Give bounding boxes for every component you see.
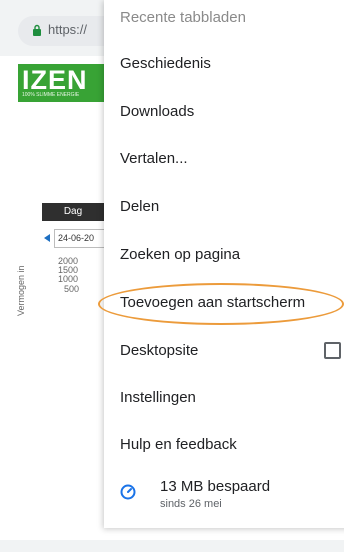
izen-logo[interactable]: IZEN 100% SLIMME ENERGIE [18,64,110,102]
menu-item-share[interactable]: Delen [104,183,344,229]
chart-y-axis-label: Vermogen in [16,265,26,316]
menu-item-label: Downloads [120,102,195,120]
bottom-bar [0,540,344,552]
savings-subtitle: sinds 26 mei [160,498,222,510]
menu-item-label: Hulp en feedback [120,435,237,453]
previous-arrow-icon[interactable] [44,234,50,242]
desktop-site-checkbox[interactable] [324,342,341,359]
tab-dag[interactable]: Dag [42,203,104,221]
url-text[interactable]: https:// [48,22,87,37]
menu-item-recent-tabs[interactable]: Recente tabbladen [104,0,344,40]
menu-item-desktop-site[interactable]: Desktopsite [104,327,344,373]
menu-item-label: Instellingen [120,388,196,406]
menu-item-history[interactable]: Geschiedenis [104,40,344,86]
menu-item-find-in-page[interactable]: Zoeken op pagina [104,231,344,277]
overflow-menu: Recente tabbladen Geschiedenis Downloads… [104,0,344,528]
logo-subtext: 100% SLIMME ENERGIE [22,92,80,98]
menu-item-label: Zoeken op pagina [120,245,241,263]
date-input[interactable]: 24-06-20 [54,229,111,248]
savings-title: 13 MB bespaard [160,478,271,495]
menu-item-help-feedback[interactable]: Hulp en feedback [104,421,344,467]
speedometer-icon [120,484,136,500]
menu-item-label: Recente tabbladen [120,8,246,26]
menu-item-downloads[interactable]: Downloads [104,88,344,134]
menu-item-translate[interactable]: Vertalen... [104,135,344,181]
menu-item-label: Toevoegen aan startscherm [120,293,306,311]
menu-item-label: Vertalen... [120,149,188,167]
menu-item-label: Desktopsite [120,341,199,359]
lock-icon [33,24,41,36]
menu-item-label: Delen [120,197,160,215]
y-tick: 500 [64,284,80,294]
data-savings-item[interactable]: 13 MB bespaard sinds 26 mei [104,468,344,520]
menu-item-settings[interactable]: Instellingen [104,374,344,420]
menu-item-label: Geschiedenis [120,54,211,72]
y-tick: 1000 [58,274,79,284]
menu-item-add-to-home-screen[interactable]: Toevoegen aan startscherm [104,279,344,325]
